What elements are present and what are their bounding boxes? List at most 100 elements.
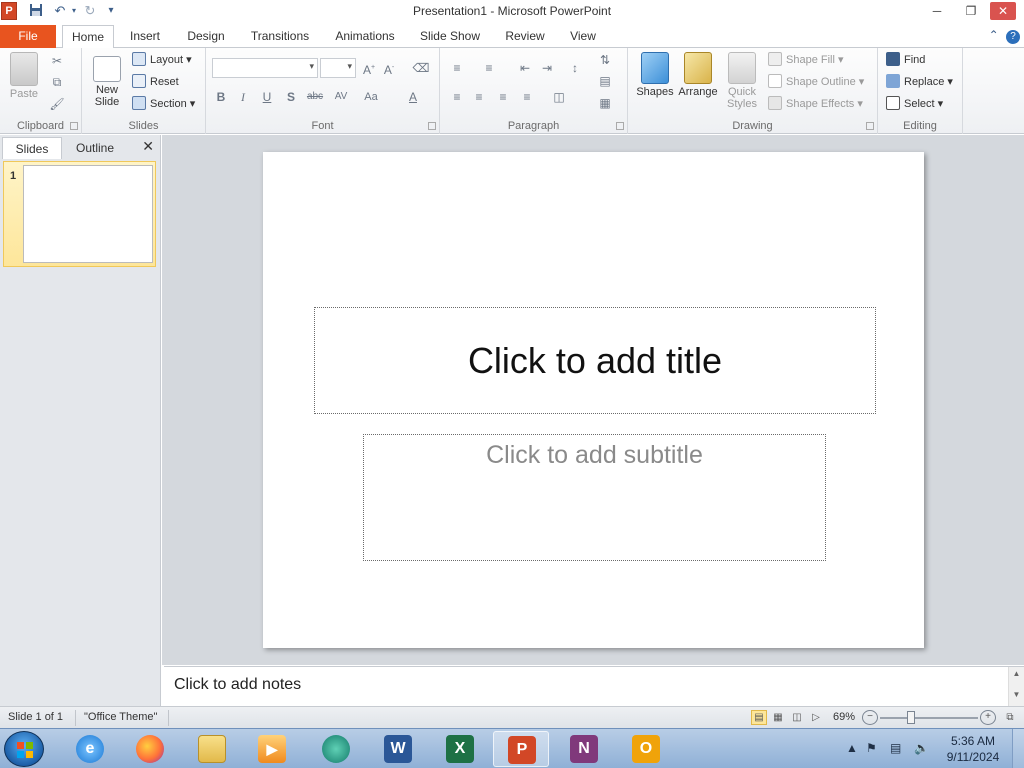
shape-outline-button[interactable]: Shape Outline ▾ bbox=[768, 73, 864, 91]
undo-dropdown-icon[interactable]: ▾ bbox=[70, 3, 78, 19]
close-panel-icon[interactable]: ✕ bbox=[142, 138, 154, 155]
find-button[interactable]: Find bbox=[886, 51, 925, 69]
replace-button[interactable]: Replace ▾ bbox=[886, 73, 953, 91]
shape-effects-button[interactable]: Shape Effects ▾ bbox=[768, 95, 863, 113]
align-right-icon[interactable]: ≡ bbox=[494, 88, 512, 106]
undo-icon[interactable]: ↶ bbox=[50, 3, 70, 19]
font-size-combo[interactable]: ▾ bbox=[320, 58, 356, 78]
tab-design[interactable]: Design bbox=[180, 25, 232, 48]
section-button[interactable]: Section ▾ bbox=[132, 95, 195, 113]
slide-canvas[interactable]: Click to add title Click to add subtitle bbox=[263, 152, 924, 648]
zoom-slider[interactable] bbox=[880, 717, 978, 719]
taskbar-internet-explorer[interactable]: e bbox=[62, 731, 118, 767]
network-icon[interactable]: ▤ bbox=[890, 741, 901, 755]
taskbar-onenote[interactable]: N bbox=[556, 731, 612, 767]
clear-formatting-icon[interactable]: ⌫ bbox=[412, 59, 430, 77]
italic-icon[interactable]: I bbox=[234, 88, 252, 106]
cut-icon[interactable]: ✂ bbox=[48, 52, 66, 70]
slide-thumbnail-row[interactable]: 1 bbox=[3, 161, 156, 267]
select-button[interactable]: Select ▾ bbox=[886, 95, 943, 113]
paragraph-launcher-icon[interactable] bbox=[616, 122, 624, 130]
tab-view[interactable]: View bbox=[562, 25, 604, 48]
copy-icon[interactable]: ⧉ bbox=[48, 73, 66, 91]
close-button[interactable]: ✕ bbox=[990, 2, 1016, 20]
taskbar-powerpoint[interactable]: P bbox=[493, 731, 549, 767]
customize-qat-icon[interactable]: ▾ bbox=[106, 3, 116, 19]
taskbar-word[interactable]: W bbox=[370, 731, 426, 767]
format-painter-icon[interactable]: 🖌 bbox=[48, 95, 66, 113]
slide-sorter-view-icon[interactable]: ▦ bbox=[770, 710, 786, 725]
shapes-button[interactable]: Shapes bbox=[634, 52, 676, 98]
subtitle-placeholder[interactable]: Click to add subtitle bbox=[363, 434, 826, 561]
tab-review[interactable]: Review bbox=[498, 25, 552, 48]
align-center-icon[interactable]: ≡ bbox=[470, 88, 488, 106]
minimize-button[interactable]: ─ bbox=[923, 2, 951, 20]
drawing-launcher-icon[interactable] bbox=[866, 122, 874, 130]
tab-file[interactable]: File bbox=[0, 25, 56, 48]
zoom-out-icon[interactable]: − bbox=[862, 710, 878, 725]
taskbar-outlook[interactable]: O bbox=[618, 731, 674, 767]
minimize-ribbon-icon[interactable]: ⌃ bbox=[989, 28, 999, 42]
notes-scrollbar[interactable]: ▲ ▼ bbox=[1008, 667, 1024, 707]
tab-outline[interactable]: Outline bbox=[64, 137, 126, 159]
taskbar-file-explorer[interactable] bbox=[184, 731, 240, 767]
slide-show-view-icon[interactable]: ▷ bbox=[808, 710, 824, 725]
taskbar-firefox[interactable] bbox=[122, 731, 178, 767]
notes-pane[interactable]: Click to add notes ▲ ▼ bbox=[164, 666, 1024, 707]
taskbar-excel[interactable]: X bbox=[432, 731, 488, 767]
zoom-level[interactable]: 69% bbox=[833, 711, 855, 723]
tab-insert[interactable]: Insert bbox=[122, 25, 168, 48]
volume-muted-icon[interactable]: 🔈 bbox=[914, 741, 929, 755]
zoom-in-icon[interactable]: + bbox=[980, 710, 996, 725]
font-name-combo[interactable]: ▾ bbox=[212, 58, 318, 78]
show-desktop-button[interactable] bbox=[1012, 729, 1024, 768]
scroll-down-icon[interactable]: ▼ bbox=[1009, 690, 1024, 699]
save-icon[interactable] bbox=[28, 3, 44, 19]
taskbar-media-player[interactable]: ▶ bbox=[244, 731, 300, 767]
line-spacing-icon[interactable]: ↕ bbox=[566, 59, 584, 77]
normal-view-icon[interactable]: ▤ bbox=[751, 710, 767, 725]
shape-fill-button[interactable]: Shape Fill ▾ bbox=[768, 51, 844, 69]
taskbar-app-5[interactable] bbox=[308, 731, 364, 767]
text-direction-icon[interactable]: ⇅ bbox=[596, 51, 614, 69]
align-text-icon[interactable]: ▤ bbox=[596, 72, 614, 90]
tab-home[interactable]: Home bbox=[62, 25, 114, 49]
help-icon[interactable]: ? bbox=[1006, 30, 1020, 44]
reset-button[interactable]: Reset bbox=[132, 73, 179, 91]
notes-placeholder[interactable]: Click to add notes bbox=[174, 676, 301, 694]
font-color-icon[interactable]: A bbox=[404, 88, 422, 106]
numbering-icon[interactable]: ≡ bbox=[480, 59, 498, 77]
system-clock[interactable]: 5:36 AM 9/11/2024 bbox=[940, 733, 1006, 765]
paste-button[interactable]: Paste bbox=[4, 52, 44, 100]
redo-icon[interactable]: ↻ bbox=[82, 3, 98, 19]
tab-animations[interactable]: Animations bbox=[328, 25, 402, 48]
bold-icon[interactable]: B bbox=[212, 88, 230, 106]
reading-view-icon[interactable]: ◫ bbox=[789, 710, 805, 725]
character-spacing-icon[interactable]: AV bbox=[332, 88, 350, 106]
layout-button[interactable]: Layout ▾ bbox=[132, 51, 192, 69]
arrange-button[interactable]: Arrange bbox=[676, 52, 720, 98]
tab-transitions[interactable]: Transitions bbox=[244, 25, 316, 48]
slide-thumbnail[interactable] bbox=[23, 165, 153, 263]
increase-indent-icon[interactable]: ⇥ bbox=[538, 59, 556, 77]
action-center-flag-icon[interactable]: ⚑ bbox=[866, 741, 877, 755]
powerpoint-app-icon[interactable]: P bbox=[1, 2, 17, 20]
change-case-icon[interactable]: Aa bbox=[362, 88, 380, 106]
grow-font-icon[interactable]: A+ bbox=[360, 59, 378, 77]
new-slide-button[interactable]: New Slide bbox=[88, 52, 126, 108]
start-button[interactable] bbox=[4, 731, 44, 767]
tab-slides[interactable]: Slides bbox=[2, 137, 62, 159]
clipboard-launcher-icon[interactable] bbox=[70, 122, 78, 130]
bullets-icon[interactable]: ≡ bbox=[448, 59, 466, 77]
justify-icon[interactable]: ≡ bbox=[518, 88, 536, 106]
shadow-icon[interactable]: S bbox=[282, 88, 300, 106]
convert-smartart-icon[interactable]: ▦ bbox=[596, 94, 614, 112]
scroll-up-icon[interactable]: ▲ bbox=[1009, 669, 1024, 678]
fit-to-window-icon[interactable]: ⧉ bbox=[1002, 710, 1018, 725]
restore-button[interactable]: ❐ bbox=[957, 2, 985, 20]
align-left-icon[interactable]: ≡ bbox=[448, 88, 466, 106]
show-hidden-icons[interactable]: ▲ bbox=[846, 741, 858, 755]
strikethrough-icon[interactable]: abc bbox=[306, 88, 324, 106]
columns-icon[interactable]: ◫ bbox=[550, 88, 568, 106]
underline-icon[interactable]: U bbox=[258, 88, 276, 106]
